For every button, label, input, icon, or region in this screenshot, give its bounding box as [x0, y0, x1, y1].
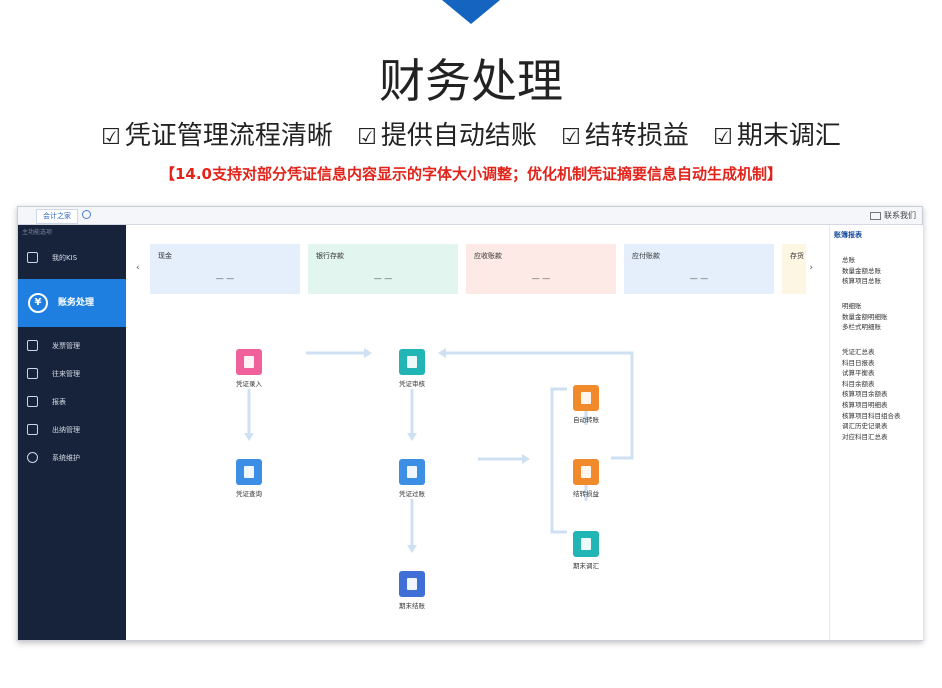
summary-cards: ‹ 现金 — — 银行存款 — — 应收账款 — — 应付账款 — — 存货 ›	[126, 225, 829, 310]
feature-item: ☑ 结转损益	[561, 121, 689, 151]
voucher-review-icon	[399, 349, 425, 375]
report-link[interactable]: 科目日报表	[842, 358, 901, 369]
invoice-icon	[27, 340, 38, 351]
pl-transfer-node[interactable]: 结转损益	[556, 459, 616, 498]
voucher-query-node[interactable]: 凭证查询	[219, 459, 279, 498]
sidebar: 主功能选项 我的KIS ¥ 账务处理 发票管理 往来管理 报表 出纳管理 系统维护	[18, 225, 126, 640]
feature-item: ☑ 提供自动结账	[357, 121, 537, 151]
feature-item: ☑ 凭证管理流程清晰	[101, 121, 333, 151]
sidebar-item-cashier[interactable]: 出纳管理	[18, 419, 126, 441]
auto-transfer-icon	[573, 385, 599, 411]
chevron-right-icon[interactable]: ›	[809, 263, 813, 273]
monitor-icon	[27, 252, 38, 263]
flow-diagram: 凭证录入 凭证审核 凭证查询 凭证过账 期末结账 自动转账 结转损益 期末调汇	[126, 309, 829, 640]
report-link[interactable]: 调汇历史记录表	[842, 421, 901, 432]
check-icon: ☑	[101, 125, 121, 150]
report-link[interactable]: 核算项目总账	[842, 276, 881, 287]
card-receivable[interactable]: 应收账款 — —	[466, 244, 616, 294]
report-link[interactable]: 试算平衡表	[842, 368, 901, 379]
page-title: 财务处理	[379, 54, 563, 108]
auto-transfer-node[interactable]: 自动转账	[556, 385, 616, 424]
sidebar-item-my-kis[interactable]: 我的KIS	[18, 247, 126, 269]
card-payable[interactable]: 应付账款 — —	[624, 244, 774, 294]
report-link[interactable]: 明细账	[842, 301, 888, 312]
report-link[interactable]: 数量金额明细账	[842, 312, 888, 323]
app-tab[interactable]: 会计之家	[36, 209, 78, 224]
report-group-ledgers: 总账 数量金额总账 核算项目总账	[842, 255, 881, 287]
report-link[interactable]: 核算项目余额表	[842, 389, 901, 400]
period-close-icon	[399, 571, 425, 597]
report-link[interactable]: 凭证汇总表	[842, 347, 901, 358]
app-window: 会计之家 联系我们 主功能选项 我的KIS ¥ 账务处理 发票管理 往来管理 报表…	[17, 206, 923, 641]
sidebar-item-reports[interactable]: 报表	[18, 391, 126, 413]
sidebar-item-ar-ap[interactable]: 往来管理	[18, 363, 126, 385]
report-link[interactable]: 数量金额总账	[842, 266, 881, 277]
report-link[interactable]: 核算项目明细表	[842, 400, 901, 411]
card-cash[interactable]: 现金 — —	[150, 244, 300, 294]
check-icon: ☑	[561, 125, 581, 150]
voucher-review-node[interactable]: 凭证审核	[382, 349, 442, 388]
yen-icon: ¥	[28, 293, 48, 313]
voucher-post-icon	[399, 459, 425, 485]
title-bar: 会计之家 联系我们	[18, 207, 922, 225]
period-close-node[interactable]: 期末结账	[382, 571, 442, 610]
chevron-left-icon[interactable]: ‹	[136, 263, 140, 273]
report-group-summaries: 凭证汇总表 科目日报表 试算平衡表 科目余额表 核算项目余额表 核算项目明细表 …	[842, 347, 901, 442]
report-link[interactable]: 核算项目科目组合表	[842, 411, 901, 422]
report-link[interactable]: 对应科目汇总表	[842, 432, 901, 443]
voucher-entry-icon	[236, 349, 262, 375]
report-group-details: 明细账 数量金额明细账 多栏式明细账	[842, 301, 888, 333]
report-link[interactable]: 多栏式明细账	[842, 322, 888, 333]
sidebar-item-accounting[interactable]: ¥ 账务处理	[18, 279, 126, 327]
voucher-post-node[interactable]: 凭证过账	[382, 459, 442, 498]
contact-us-button[interactable]: 联系我们	[870, 209, 916, 222]
main-area: ‹ 现金— — 银行存款— — 应收账款— — 应付账款— — 存货 ›	[126, 225, 829, 640]
feature-list: ☑ 凭证管理流程清晰 ☑ 提供自动结账 ☑ 结转损益 ☑ 期末调汇	[0, 120, 942, 154]
sidebar-item-system[interactable]: 系统维护	[18, 447, 126, 469]
voucher-entry-node[interactable]: 凭证录入	[219, 349, 279, 388]
report-link[interactable]: 总账	[842, 255, 881, 266]
chat-icon	[870, 211, 881, 220]
report-panel: 账簿报表 总账 数量金额总账 核算项目总账 明细账 数量金额明细账 多栏式明细账…	[829, 225, 923, 640]
exchange-icon	[27, 368, 38, 379]
report-icon	[27, 396, 38, 407]
period-fx-node[interactable]: 期末调汇	[556, 531, 616, 570]
feature-item: ☑ 期末调汇	[713, 121, 841, 151]
voucher-query-icon	[236, 459, 262, 485]
period-fx-icon	[573, 531, 599, 557]
header-triangle-decoration	[442, 0, 500, 24]
cash-icon	[27, 424, 38, 435]
card-inventory[interactable]: 存货	[782, 244, 806, 294]
check-icon: ☑	[713, 125, 733, 150]
report-panel-title: 账簿报表	[834, 231, 862, 239]
gear-icon	[27, 452, 38, 463]
card-bank[interactable]: 银行存款 — —	[308, 244, 458, 294]
pl-transfer-icon	[573, 459, 599, 485]
sidebar-item-invoice[interactable]: 发票管理	[18, 335, 126, 357]
update-note: 【14.0支持对部分凭证信息内容显示的字体大小调整；优化机制凭证摘要信息自动生成…	[159, 165, 782, 183]
report-link[interactable]: 科目余额表	[842, 379, 901, 390]
sidebar-hint: 主功能选项	[22, 229, 53, 236]
home-icon[interactable]	[82, 210, 91, 219]
check-icon: ☑	[357, 125, 377, 150]
